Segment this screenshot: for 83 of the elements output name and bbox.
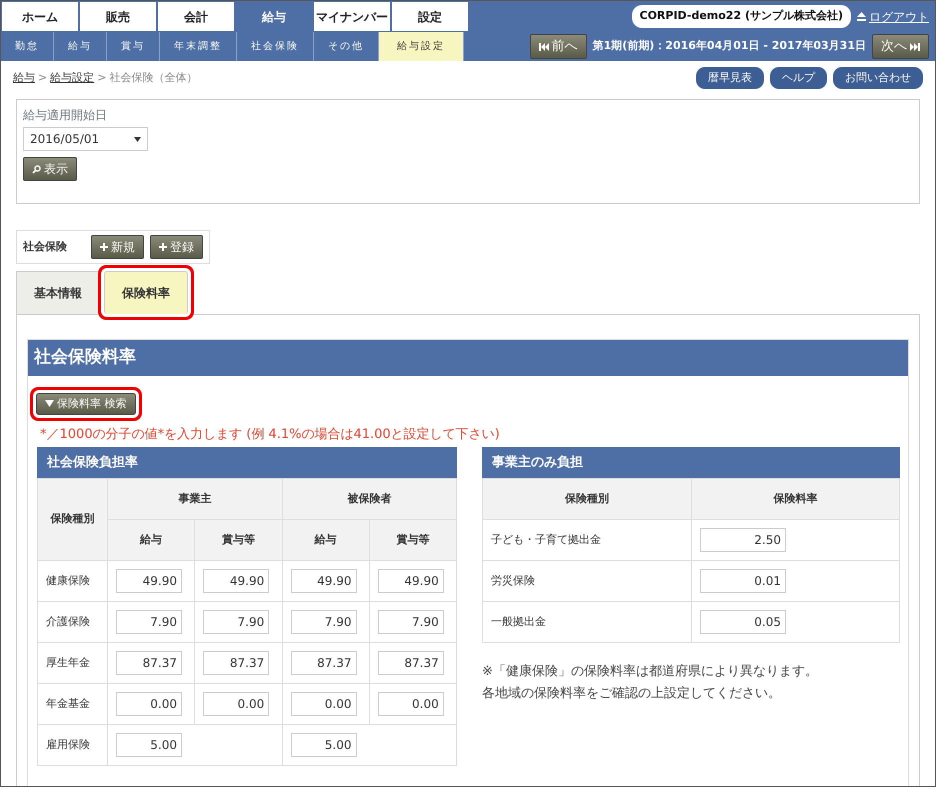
tab[interactable]: 基本情報 [16, 271, 100, 314]
breadcrumb-current: 社会保険（全体） [109, 70, 198, 86]
breadcrumb-separator: > [38, 70, 48, 86]
table-title: 社会保険負担率 [37, 446, 457, 478]
footnote-text: 各地域の保険料率をご確認の上設定してください。 [482, 685, 782, 703]
nav-tab[interactable]: ホーム [1, 1, 79, 32]
next-button[interactable]: 次へ [872, 34, 929, 60]
show-button[interactable]: 表示 [23, 157, 77, 181]
rate-input[interactable]: 49.90 [290, 569, 356, 593]
rate-input[interactable]: 0.00 [290, 692, 356, 716]
breadcrumb-link[interactable]: 給与設定 [50, 70, 94, 86]
previous-button[interactable]: 前へ [530, 34, 587, 60]
row-label: 雇用保険 [38, 724, 108, 766]
sub-nav-tab[interactable]: 賞与 [107, 32, 160, 61]
rate-input[interactable]: 87.37 [290, 651, 356, 675]
column-header: 事業主 [108, 478, 282, 520]
nav-tab[interactable]: 販売 [79, 1, 157, 32]
row-label: 一般拠出金 [482, 602, 692, 642]
section-title: 社会保険料率 [28, 340, 908, 376]
rate-input[interactable]: 0.00 [116, 692, 182, 716]
rate-input[interactable]: 49.90 [116, 569, 182, 593]
add-button[interactable]: 登録 [150, 235, 203, 259]
sub-nav-tab[interactable]: 勤怠 [1, 32, 54, 61]
sub-nav-tab[interactable]: 給与設定 [379, 32, 464, 61]
rate-input[interactable]: 2.50 [700, 528, 786, 552]
rate-input[interactable]: 87.37 [116, 651, 182, 675]
nav-tab[interactable]: マイナンバー [313, 1, 391, 32]
column-header: 給与 [282, 520, 370, 560]
field-label: 給与適用開始日 [23, 107, 108, 124]
rate-input[interactable]: 0.01 [700, 569, 786, 593]
row-label: 労災保険 [482, 560, 692, 602]
column-header: 保険種別 [482, 478, 692, 520]
rate-input[interactable]: 49.90 [378, 569, 444, 593]
rate-input[interactable]: 7.90 [116, 610, 182, 634]
column-header: 保険種別 [38, 478, 108, 560]
rate-input[interactable]: 0.00 [378, 692, 444, 716]
help-button[interactable]: ヘルプ [770, 66, 827, 90]
nav-tab[interactable]: 会計 [157, 1, 235, 32]
eject-icon [857, 12, 866, 21]
rate-input[interactable]: 7.90 [378, 610, 444, 634]
triangle-down-icon [45, 400, 54, 408]
row-label: 子ども・子育て拠出金 [482, 520, 692, 560]
footnote-text: ※「健康保険」の保険料率は都道府県により異なります。 [482, 663, 819, 681]
rate-input[interactable]: 5.00 [290, 733, 356, 757]
skip-forward-icon [910, 42, 920, 50]
row-label: 厚生年金 [38, 642, 108, 684]
dropdown-caret-icon [134, 136, 141, 142]
sub-nav-tab[interactable]: 年末調整 [160, 32, 237, 61]
rate-input[interactable]: 87.37 [378, 651, 444, 675]
row-label: 健康保険 [38, 560, 108, 602]
search-icon [32, 164, 41, 174]
add-button[interactable]: 新規 [91, 235, 144, 259]
date-select[interactable]: 2016/05/01 [23, 127, 148, 151]
instruction-text: *／1000の分子の値*を入力します (例 4.1%の場合は41.00と設定して下さい) [39, 426, 501, 444]
rate-input[interactable]: 49.90 [203, 569, 270, 593]
plus-icon [159, 243, 167, 251]
plus-icon [100, 243, 108, 251]
rate-input[interactable]: 7.90 [203, 610, 270, 634]
sub-nav-tab[interactable]: 社会保険 [237, 32, 314, 61]
rate-input[interactable]: 5.00 [116, 733, 182, 757]
period-label: 第1期(前期)：2016年04月01日 - 2017年03月31日 [592, 38, 866, 54]
rate-input[interactable]: 0.00 [203, 692, 270, 716]
breadcrumb-separator: > [97, 70, 106, 86]
nav-tab[interactable]: 設定 [391, 1, 469, 32]
row-label: 介護保険 [38, 602, 108, 642]
column-header: 被保険者 [282, 478, 456, 520]
column-header: 給与 [108, 520, 195, 560]
rate-input[interactable]: 87.37 [203, 651, 270, 675]
rate-input[interactable]: 7.90 [290, 610, 356, 634]
row-label: 年金基金 [38, 684, 108, 724]
help-button[interactable]: お問い合わせ [833, 66, 923, 90]
skip-back-icon [538, 42, 549, 50]
section-label: 社会保険 [23, 238, 67, 255]
company-name: CORPID-demo22 (サンプル株式会社) [632, 5, 851, 28]
breadcrumb-link[interactable]: 給与 [13, 70, 35, 86]
column-header: 保険料率 [692, 478, 900, 520]
help-button[interactable]: 暦早見表 [696, 66, 764, 90]
table-title: 事業主のみ負担 [482, 446, 900, 478]
column-header: 賞与等 [194, 520, 282, 560]
sub-nav-tab[interactable]: 給与 [54, 32, 107, 61]
rate-input[interactable]: 0.05 [700, 610, 786, 634]
column-header: 賞与等 [369, 520, 456, 560]
logout-link[interactable]: ログアウト [857, 8, 929, 26]
